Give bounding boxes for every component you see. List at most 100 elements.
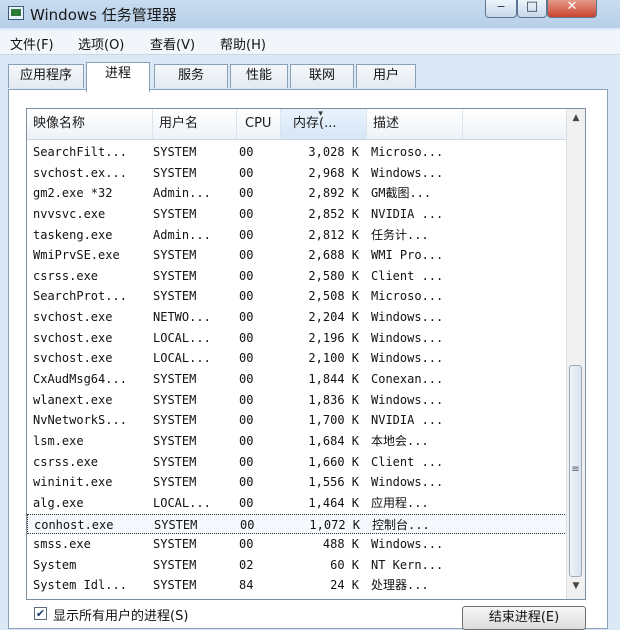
process-cpu-cell: 00	[239, 413, 254, 428]
table-row[interactable]: SearchFilt... SYSTEM 00 3,028 K Microso...	[27, 142, 567, 163]
process-memory-cell: 2,812 K	[308, 227, 359, 242]
tab-performance[interactable]: 性能	[230, 64, 288, 88]
process-description-cell: 控制台...	[372, 517, 430, 532]
process-list[interactable]: 映像名称 用户名 CPU 内存(... ▾ 描述 SearchFilt... SY…	[26, 108, 586, 600]
show-all-users-label[interactable]: 显示所有用户的进程(S)	[53, 605, 188, 624]
table-row[interactable]: svchost.exe LOCAL... 00 2,196 K Windows...	[27, 328, 567, 349]
process-cpu-cell: 00	[239, 186, 254, 201]
process-description-cell: Windows...	[371, 330, 444, 345]
process-name-cell: svchost.exe	[33, 310, 113, 325]
process-cpu-cell: 00	[239, 433, 254, 448]
maximize-icon: □	[525, 0, 539, 14]
process-cpu-cell: 00	[239, 372, 254, 387]
process-description-cell: Microso...	[371, 145, 444, 159]
table-row[interactable]: conhost.exe SYSTEM 00 1,072 K 控制台...	[27, 513, 567, 535]
show-all-users-checkbox[interactable]: ✔	[34, 607, 47, 620]
process-memory-cell: 1,844 K	[308, 372, 359, 387]
process-name-cell: svchost.ex...	[33, 165, 127, 180]
table-row[interactable]: svchost.ex... SYSTEM 00 2,968 K Windows...	[27, 163, 567, 184]
column-description[interactable]: 描述	[367, 109, 463, 139]
close-button[interactable]: ✕	[547, 0, 597, 18]
table-row[interactable]: csrss.exe SYSTEM 00 2,580 K Client ...	[27, 266, 567, 287]
column-memory-label: 内存(...	[293, 116, 337, 131]
title-bar[interactable]: Windows 任务管理器 ‒ □ ✕	[0, 0, 620, 28]
column-user-name[interactable]: 用户名	[153, 109, 237, 139]
table-row[interactable]: SearchProt... SYSTEM 00 2,508 K Microso...	[27, 286, 567, 307]
process-name-cell: SearchProt...	[33, 289, 127, 304]
table-row[interactable]: gm2.exe *32 Admin... 00 2,892 K GM截图...	[27, 183, 567, 204]
column-header: 映像名称 用户名 CPU 内存(... ▾ 描述	[27, 109, 567, 140]
process-user-cell: SYSTEM	[153, 433, 197, 448]
tab-applications[interactable]: 应用程序	[8, 64, 84, 88]
process-name-cell: System Idl...	[33, 578, 127, 593]
process-user-cell: SYSTEM	[153, 248, 197, 263]
menu-file[interactable]: 文件(F)	[10, 34, 54, 53]
minimize-icon: ‒	[496, 0, 506, 14]
table-row[interactable]: svchost.exe LOCAL... 00 2,100 K Windows...	[27, 348, 567, 369]
scroll-up-icon[interactable]: ▲	[567, 113, 585, 123]
scrollbar-thumb[interactable]: ≡	[569, 365, 582, 577]
process-user-cell: SYSTEM	[153, 454, 197, 469]
process-name-cell: wlanext.exe	[33, 392, 113, 407]
process-memory-cell: 1,464 K	[308, 495, 359, 510]
process-user-cell: LOCAL...	[153, 330, 211, 345]
table-row[interactable]: smss.exe SYSTEM 00 488 K Windows...	[27, 534, 567, 555]
table-row[interactable]: lsm.exe SYSTEM 00 1,684 K 本地会...	[27, 431, 567, 452]
maximize-button[interactable]: □	[517, 0, 547, 18]
process-description-cell: Client ...	[371, 268, 444, 283]
process-cpu-cell: 00	[239, 495, 254, 510]
tab-networking[interactable]: 联网	[290, 64, 354, 88]
column-image-name[interactable]: 映像名称	[27, 109, 153, 139]
process-memory-cell: 2,204 K	[308, 310, 359, 325]
table-row[interactable]: System SYSTEM 02 60 K NT Kern...	[27, 555, 567, 576]
process-user-cell: SYSTEM	[153, 206, 197, 221]
process-memory-cell: 60 K	[330, 557, 359, 572]
checkmark-icon: ✔	[35, 607, 46, 620]
process-user-cell: SYSTEM	[153, 165, 197, 180]
process-description-cell: Windows...	[371, 475, 444, 490]
process-cpu-cell: 00	[239, 475, 254, 490]
table-row[interactable]: taskeng.exe Admin... 00 2,812 K 任务计...	[27, 225, 567, 246]
process-name-cell: System	[33, 557, 77, 572]
task-manager-window: Windows 任务管理器 ‒ □ ✕ 文件(F) 选项(O) 查看(V) 帮助…	[0, 0, 620, 630]
table-row[interactable]: svchost.exe NETWO... 00 2,204 K Windows...	[27, 307, 567, 328]
process-description-cell: NT Kern...	[371, 557, 444, 572]
minimize-button[interactable]: ‒	[485, 0, 517, 18]
process-cpu-cell: 02	[239, 557, 254, 572]
process-cpu-cell: 00	[239, 351, 254, 366]
table-row[interactable]: wlanext.exe SYSTEM 00 1,836 K Windows...	[27, 390, 567, 411]
menu-view[interactable]: 查看(V)	[150, 34, 195, 53]
task-manager-icon	[8, 6, 24, 20]
menu-options[interactable]: 选项(O)	[78, 34, 124, 53]
table-row[interactable]: System Idl... SYSTEM 84 24 K 处理器...	[27, 575, 567, 596]
menu-help[interactable]: 帮助(H)	[220, 34, 266, 53]
table-row[interactable]: WmiPrvSE.exe SYSTEM 00 2,688 K WMI Pro...	[27, 245, 567, 266]
vertical-scrollbar[interactable]: ▲ ≡ ▼	[566, 109, 585, 599]
scroll-down-icon[interactable]: ▼	[567, 581, 585, 591]
table-row[interactable]: nvvsvc.exe SYSTEM 00 2,852 K NVIDIA ...	[27, 204, 567, 225]
column-memory[interactable]: 内存(... ▾	[281, 109, 367, 139]
table-row[interactable]: NvNetworkS... SYSTEM 00 1,700 K NVIDIA ...	[27, 410, 567, 431]
tab-users[interactable]: 用户	[356, 64, 416, 88]
table-row[interactable]: alg.exe LOCAL... 00 1,464 K 应用程...	[27, 493, 567, 514]
process-memory-cell: 2,100 K	[308, 351, 359, 366]
process-memory-cell: 2,580 K	[308, 268, 359, 283]
process-name-cell: WmiPrvSE.exe	[33, 248, 120, 263]
process-cpu-cell: 00	[240, 517, 255, 532]
sort-descending-icon: ▾	[318, 109, 323, 119]
process-name-cell: NvNetworkS...	[33, 413, 127, 428]
process-memory-cell: 24 K	[330, 578, 359, 593]
process-user-cell: SYSTEM	[153, 372, 197, 387]
tab-services[interactable]: 服务	[154, 64, 228, 88]
table-row[interactable]: CxAudMsg64... SYSTEM 00 1,844 K Conexan...	[27, 369, 567, 390]
process-memory-cell: 1,684 K	[308, 433, 359, 448]
table-row[interactable]: csrss.exe SYSTEM 00 1,660 K Client ...	[27, 452, 567, 473]
table-row[interactable]: wininit.exe SYSTEM 00 1,556 K Windows...	[27, 472, 567, 493]
process-cpu-cell: 84	[239, 578, 254, 593]
process-memory-cell: 488 K	[322, 537, 359, 552]
end-process-button[interactable]: 结束进程(E)	[462, 606, 586, 630]
column-cpu[interactable]: CPU	[237, 109, 281, 139]
process-cpu-cell: 00	[239, 454, 254, 469]
tab-processes[interactable]: 进程	[86, 62, 150, 92]
process-cpu-cell: 00	[239, 310, 254, 325]
